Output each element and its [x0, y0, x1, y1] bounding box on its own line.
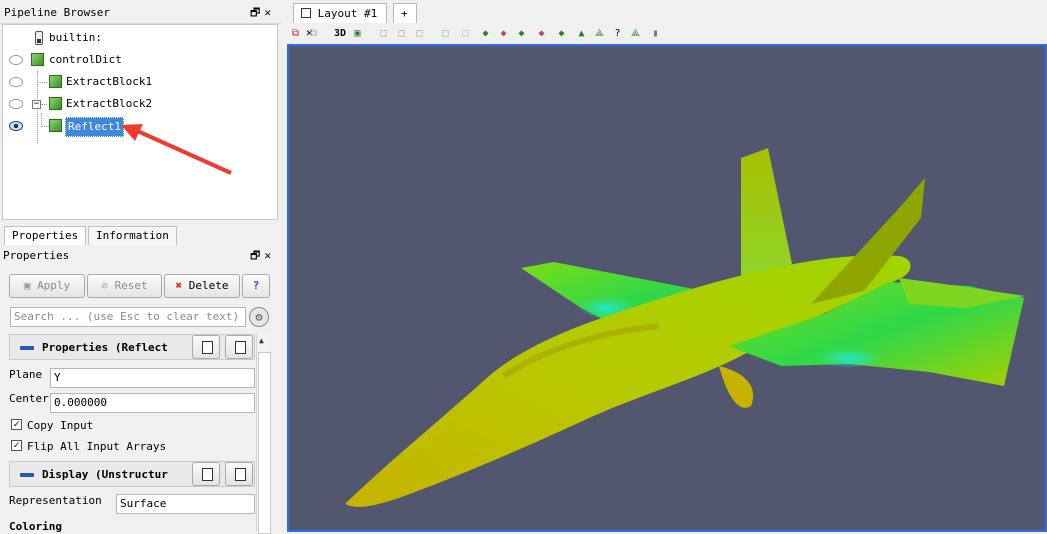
properties-title: Properties [3, 249, 70, 262]
annotation-arrow-icon [121, 124, 232, 175]
eye-visible-icon[interactable] [9, 121, 23, 131]
representation-label: Representation [9, 494, 102, 507]
clear-selection-icon[interactable]: ▮ [649, 27, 662, 40]
apply-label: Apply [37, 279, 71, 292]
select-points-on-icon[interactable]: ◆ [555, 27, 568, 40]
filter-cube-icon [49, 97, 62, 110]
plane-select[interactable]: Y [50, 368, 255, 388]
left-tabbar: Properties Information [0, 226, 282, 246]
tab-layout-label: Layout #1 [317, 7, 378, 20]
server-icon [35, 31, 43, 45]
reset-icon: ⊘ [101, 279, 108, 292]
aircraft-model [345, 148, 1025, 507]
apply-icon: ▣ [23, 279, 31, 292]
tab-properties[interactable]: Properties [4, 226, 87, 245]
layout-icon [301, 8, 311, 18]
flip-arrays-label: Flip All Input Arrays [27, 440, 167, 453]
properties-search-input[interactable]: Search ... (use Esc to clear text) [10, 307, 246, 327]
query-icon[interactable]: ? [611, 27, 624, 40]
representation-select[interactable]: Surface [116, 494, 255, 514]
interactive-select-icon[interactable]: ◆ [479, 27, 492, 40]
help-button[interactable]: ? [242, 274, 270, 298]
paste-icon [235, 468, 246, 481]
select-polygon-icon[interactable]: ◆ [497, 27, 510, 40]
camera-icon[interactable]: ▣ [351, 27, 364, 40]
section-title: Properties (Reflect [42, 341, 168, 354]
hover-cells-icon[interactable]: ⟁ [593, 27, 606, 40]
pipeline-tree[interactable]: builtin: controlDict ExtractBlock1 − Ext… [2, 24, 278, 220]
tab-information[interactable]: Information [88, 226, 177, 245]
3d-toggle-button[interactable]: 3D [331, 27, 349, 40]
grow-selection-icon[interactable]: ◆ [515, 27, 528, 40]
shrink-selection-icon[interactable]: ◆ [535, 27, 548, 40]
coloring-label: Coloring [9, 520, 62, 533]
hover-points-icon[interactable]: ▲ [575, 27, 588, 40]
vertical-tail [741, 148, 792, 282]
select-frustum-icon[interactable]: ⬚ [413, 27, 426, 40]
filter-cube-icon [49, 75, 62, 88]
dock-buttons[interactable]: 🗗✕ [250, 247, 275, 266]
copy-button[interactable] [192, 335, 220, 359]
tree-item-extractblock1[interactable]: ExtractBlock1 [3, 73, 273, 91]
paste-button[interactable] [225, 462, 253, 486]
tree-item-label: builtin: [49, 31, 102, 44]
scroll-up-icon[interactable]: ▲ [259, 336, 264, 345]
tree-item-extractblock2[interactable]: − ExtractBlock2 [3, 95, 273, 113]
copy-input-checkbox[interactable]: ✓ [11, 419, 22, 430]
copy-button[interactable] [192, 462, 220, 486]
select-block-icon[interactable]: ⬚ [459, 27, 472, 40]
add-tab-button[interactable]: + [393, 3, 417, 23]
dock-buttons[interactable]: 🗗✕ [250, 4, 275, 23]
filter-cube-icon [49, 119, 62, 132]
render-view[interactable] [287, 44, 1047, 532]
plane-label: Plane [9, 368, 43, 381]
collapse-icon[interactable]: − [32, 100, 41, 109]
gear-icon[interactable]: ⚙ [249, 307, 269, 327]
eye-hidden-icon[interactable] [9, 99, 23, 109]
split-vertical-icon[interactable]: ⧉ [307, 27, 320, 40]
tree-item-label: controlDict [49, 53, 122, 66]
delete-label: Delete [188, 279, 229, 292]
tree-item-label: ExtractBlock2 [66, 97, 153, 110]
delete-button[interactable]: ✖ Delete [164, 274, 240, 298]
collapse-minus-icon [20, 473, 34, 477]
copy-icon [202, 468, 213, 481]
flip-arrays-checkbox[interactable]: ✓ [11, 440, 22, 451]
view-tabbar: Layout #1 ✕ + [287, 0, 1047, 39]
collapse-minus-icon [20, 346, 34, 350]
tree-item-builtin[interactable]: builtin: [3, 29, 273, 47]
tab-layout-1[interactable]: Layout #1 ✕ [293, 3, 387, 39]
paste-icon [235, 341, 246, 354]
split-horizontal-icon[interactable]: ⧉ [289, 27, 302, 40]
reset-label: Reset [114, 279, 148, 292]
apply-button[interactable]: ▣ Apply [9, 274, 85, 298]
select-points-icon[interactable]: ⬚ [395, 27, 408, 40]
pipeline-browser-header: Pipeline Browser 🗗✕ [0, 0, 282, 24]
delete-x-icon: ✖ [175, 279, 183, 292]
pipeline-browser-title: Pipeline Browser [4, 6, 110, 19]
tree-item-controldict[interactable]: controlDict [3, 51, 273, 69]
copy-icon [202, 341, 213, 354]
view-toolbar: ⧉ ⧉ 3D ▣ ⬚ ⬚ ⬚ ⬚ ⬚ ◆ ◆ ◆ ◆ ◆ ▲ ⟁ ? ⟁ ▮ [287, 24, 1047, 44]
select-frustum-points-icon[interactable]: ⬚ [439, 27, 452, 40]
edit-selection-icon[interactable]: ⟁ [629, 27, 642, 40]
paste-button[interactable] [225, 335, 253, 359]
reset-button[interactable]: ⊘ Reset [87, 274, 162, 298]
eye-hidden-icon[interactable] [9, 55, 23, 65]
select-cells-icon[interactable]: ⬚ [377, 27, 390, 40]
center-input[interactable]: 0.000000 [50, 393, 255, 413]
center-label: Center [9, 392, 49, 405]
properties-scrollbar[interactable]: ▲ [256, 334, 271, 534]
source-cube-icon [31, 53, 44, 66]
copy-input-label: Copy Input [27, 419, 94, 432]
properties-header: Properties 🗗✕ [0, 246, 282, 264]
eye-hidden-icon[interactable] [9, 77, 23, 87]
section-title: Display (Unstructur [42, 468, 168, 481]
scroll-thumb[interactable] [258, 352, 271, 534]
tree-item-label-selected: Reflect1 [65, 117, 124, 137]
tree-item-label: ExtractBlock1 [66, 75, 153, 88]
